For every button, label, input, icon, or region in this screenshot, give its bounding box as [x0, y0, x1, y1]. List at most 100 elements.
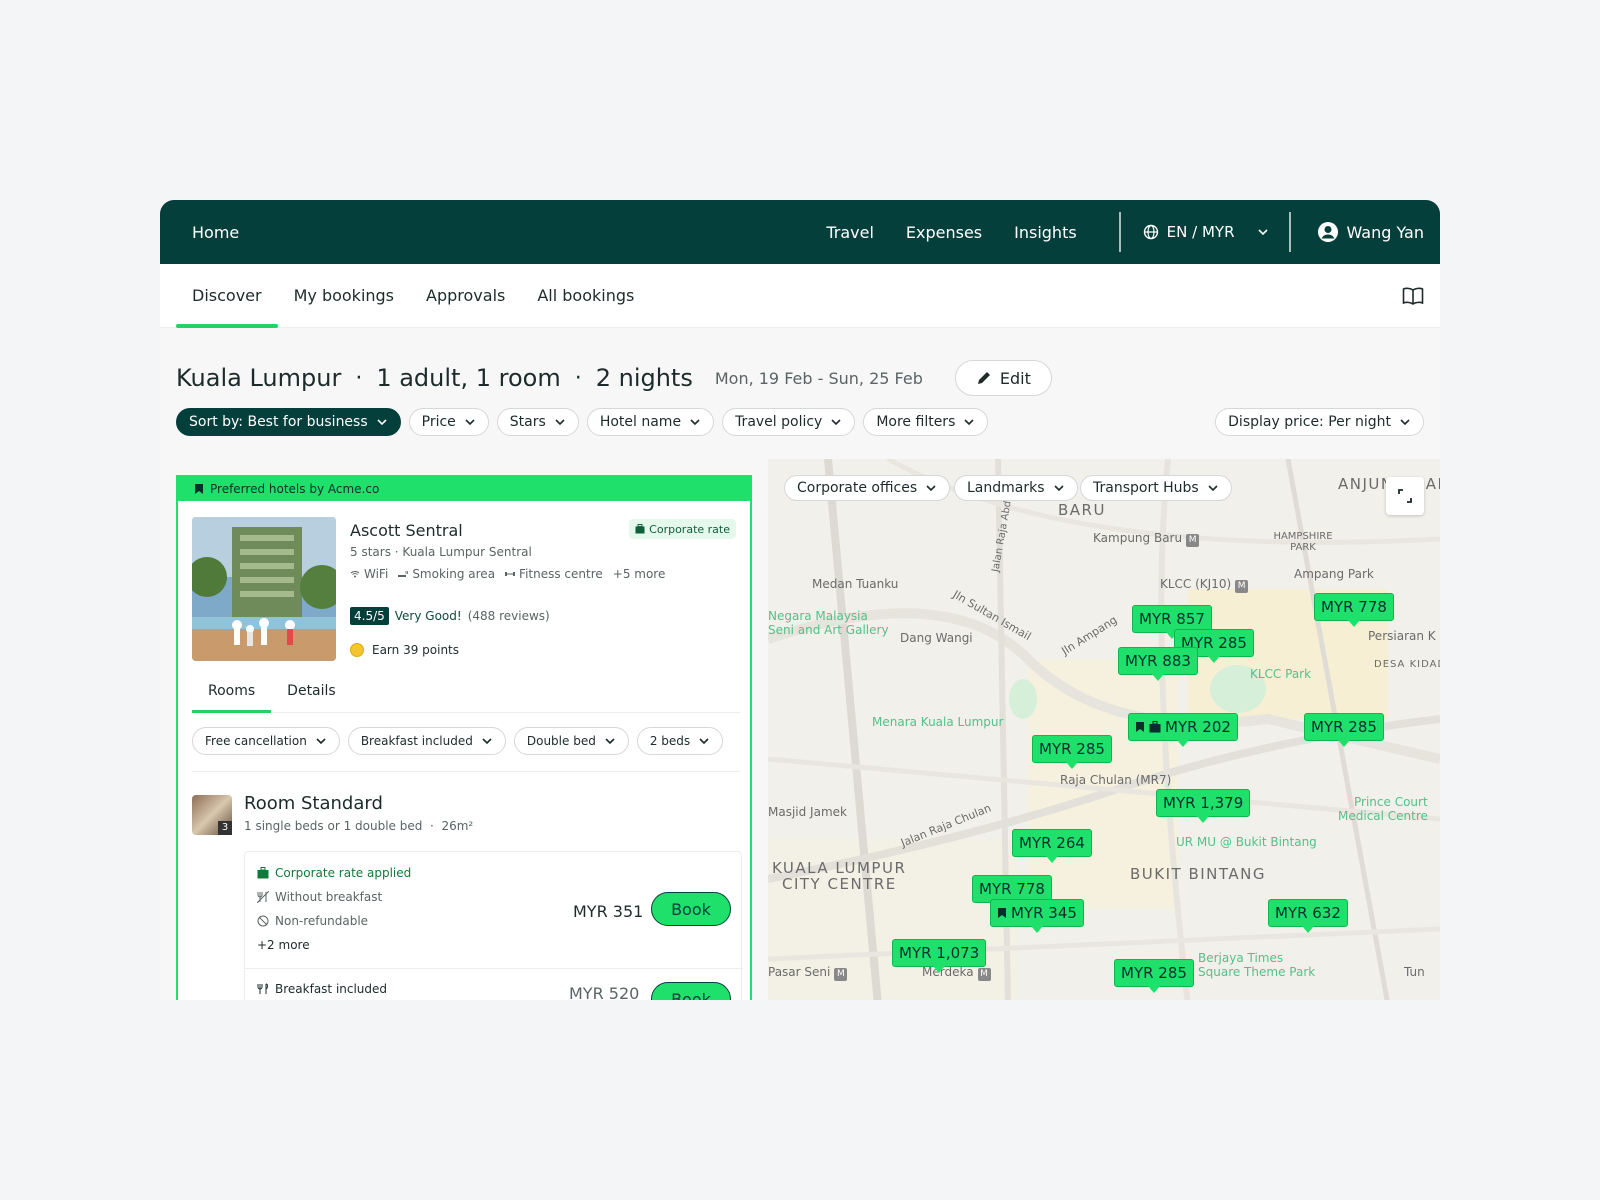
tab-approvals[interactable]: Approvals	[426, 264, 505, 328]
room-filter-bar: Free cancellation Breakfast included Dou…	[192, 727, 724, 755]
filter-label: Free cancellation	[205, 734, 307, 748]
expand-map-button[interactable]	[1386, 477, 1424, 515]
price-pin[interactable]: MYR 345	[990, 899, 1084, 933]
filter-label: Stars	[509, 414, 546, 430]
chevron-down-icon	[377, 419, 387, 426]
separator-dot: ·	[355, 365, 363, 391]
more-features-link[interactable]: +2 more	[257, 938, 310, 952]
chevron-down-icon	[926, 485, 936, 492]
rate-price: MYR 351	[573, 902, 644, 921]
hotel-stars: 5 stars	[350, 545, 391, 559]
double-bed-filter[interactable]: Double bed	[513, 727, 629, 755]
home-link[interactable]: Home	[192, 223, 239, 242]
map-label: Menara Kuala Lumpur	[872, 715, 1004, 729]
filter-label: Double bed	[526, 734, 596, 748]
hotel-name[interactable]: Ascott Sentral	[350, 521, 463, 540]
travel-policy-filter[interactable]: Travel policy	[722, 408, 856, 436]
stars-filter[interactable]: Stars	[496, 408, 579, 436]
tab-details[interactable]: Details	[271, 683, 352, 712]
map-label: Square Theme Park	[1198, 965, 1316, 979]
tab-my-bookings[interactable]: My bookings	[294, 264, 394, 328]
price-pin[interactable]: MYR 883	[1118, 647, 1198, 681]
nav-expenses[interactable]: Expenses	[906, 223, 982, 242]
amenity-label: Fitness centre	[519, 567, 603, 581]
display-price-label: Display price: Per night	[1228, 414, 1391, 430]
amenity-wifi: WiFi	[350, 567, 388, 581]
map-label: Kampung Baru	[1093, 531, 1199, 547]
hotel-name-filter[interactable]: Hotel name	[586, 408, 715, 436]
hotel-card[interactable]: Preferred hotels by Acme.co Ascott Sentr…	[176, 475, 752, 1000]
rating-score: 4.5/5	[350, 607, 389, 625]
book-button[interactable]: Book	[651, 982, 731, 1000]
user-avatar-icon	[1317, 222, 1338, 242]
photo-count: 3	[218, 821, 232, 835]
landmarks-filter[interactable]: Landmarks	[954, 475, 1078, 501]
locale-selector[interactable]: EN / MYR	[1143, 223, 1269, 241]
price-filter[interactable]: Price	[408, 408, 489, 436]
map-label: Medan Tuanku	[812, 577, 899, 591]
rate-options: Corporate rate applied Without breakfast…	[244, 851, 743, 1000]
book-button[interactable]: Book	[651, 892, 731, 926]
free-cancellation-filter[interactable]: Free cancellation	[192, 727, 340, 755]
meal-icon	[257, 983, 268, 994]
corporate-rate-badge: Corporate rate	[629, 519, 736, 539]
dumbbell-icon	[505, 572, 516, 576]
breakfast-filter[interactable]: Breakfast included	[347, 727, 506, 755]
price-pin[interactable]: MYR 285	[1114, 959, 1194, 993]
filter-label: More filters	[876, 414, 956, 430]
user-menu[interactable]: Wang Yan	[1317, 221, 1424, 243]
map-label: UR MU @ Bukit Bintang	[1176, 835, 1317, 849]
nav-divider	[1118, 212, 1121, 252]
app-window: Home Travel Expenses Insights EN / MYR W…	[160, 200, 1440, 1000]
map-label: Prince Court	[1354, 795, 1428, 809]
chevron-down-icon	[831, 419, 841, 426]
rate-feature: Without breakfast	[257, 890, 382, 904]
expand-icon	[1398, 489, 1412, 503]
price-pin[interactable]: MYR 202	[1128, 713, 1238, 747]
smoking-icon	[398, 571, 409, 577]
tab-all-bookings[interactable]: All bookings	[537, 264, 634, 328]
map-label: BARU	[1058, 501, 1106, 519]
book-icon[interactable]	[1402, 287, 1424, 305]
bookmark-icon	[195, 484, 203, 494]
price-pin[interactable]: MYR 778	[1314, 593, 1394, 627]
nav-divider	[1288, 212, 1291, 252]
transport-hubs-filter[interactable]: Transport Hubs	[1080, 475, 1232, 501]
chevron-down-icon	[465, 419, 475, 426]
price-pin[interactable]: MYR 632	[1268, 899, 1348, 933]
sort-dropdown[interactable]: Sort by: Best for business	[176, 408, 401, 436]
beds-filter[interactable]: 2 beds	[636, 727, 724, 755]
corporate-offices-filter[interactable]: Corporate offices	[784, 475, 951, 501]
chevron-down-icon	[1208, 485, 1218, 492]
bookmark-icon	[1136, 722, 1144, 732]
room-photo[interactable]: 3	[192, 795, 232, 835]
nav-insights[interactable]: Insights	[1014, 223, 1077, 242]
hotel-map[interactable]: ANJUNG DAMAI BARU Kampung Baru HAMPSHIRE…	[768, 459, 1440, 1000]
display-price-dropdown[interactable]: Display price: Per night	[1215, 408, 1424, 436]
price-pin[interactable]: MYR 1,379	[1156, 789, 1251, 823]
price-pin[interactable]: MYR 1,073	[892, 939, 987, 973]
tab-discover[interactable]: Discover	[176, 264, 278, 328]
price-pin[interactable]: MYR 285	[1032, 735, 1112, 769]
corporate-badge-label: Corporate rate	[649, 522, 730, 536]
locale-label: EN / MYR	[1166, 223, 1235, 241]
chevron-down-icon	[699, 738, 709, 745]
edit-search-button[interactable]: Edit	[954, 360, 1052, 396]
briefcase-icon	[635, 524, 645, 534]
room-size: 26m²	[441, 819, 474, 833]
hotel-photo[interactable]	[192, 517, 336, 661]
nav-travel[interactable]: Travel	[826, 223, 874, 242]
chevron-down-icon	[1257, 229, 1268, 236]
briefcase-icon	[257, 867, 269, 879]
price-pin[interactable]: MYR 264	[1012, 829, 1092, 863]
more-filters[interactable]: More filters	[863, 408, 989, 436]
review-count[interactable]: (488 reviews)	[468, 609, 550, 623]
chevron-down-icon	[1400, 419, 1410, 426]
amenity-more[interactable]: +5 more	[613, 567, 666, 581]
price-pin[interactable]: MYR 285	[1304, 713, 1384, 747]
chevron-down-icon	[1053, 485, 1064, 492]
pin-price: MYR 345	[1011, 904, 1077, 922]
tab-rooms[interactable]: Rooms	[192, 683, 272, 713]
search-city: Kuala Lumpur	[176, 364, 342, 392]
sub-navigation: Discover My bookings Approvals All booki…	[160, 264, 1440, 328]
